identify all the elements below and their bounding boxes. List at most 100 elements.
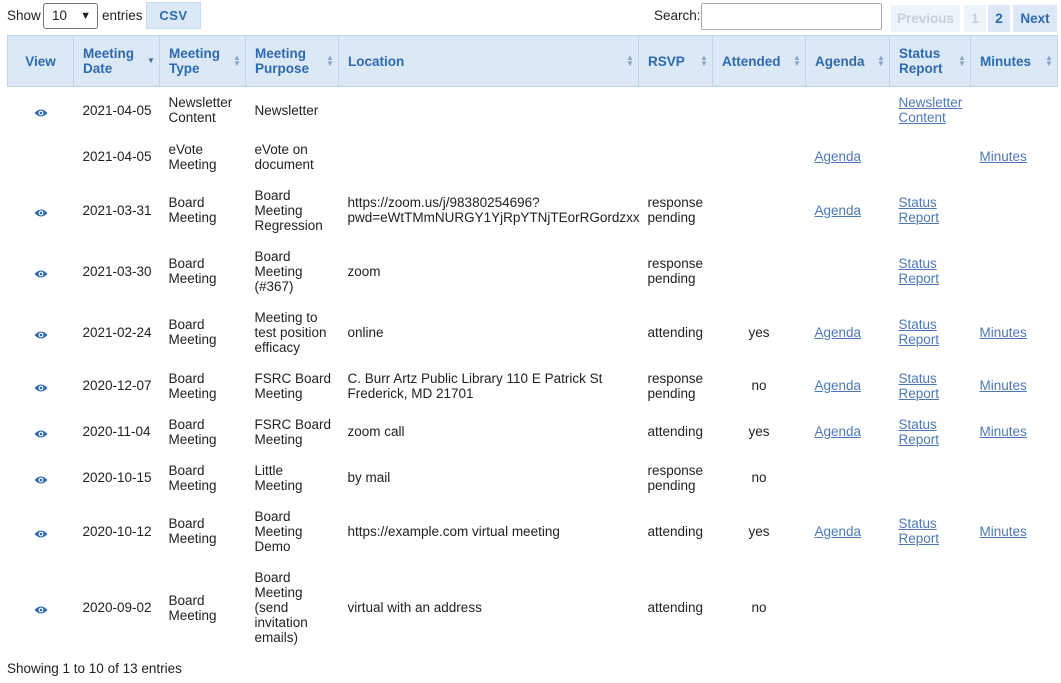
- minutes-link[interactable]: Minutes: [980, 524, 1027, 539]
- eye-icon[interactable]: [34, 106, 48, 117]
- pagination-next-button[interactable]: Next: [1013, 5, 1057, 32]
- meeting-type: Board: [168, 592, 205, 608]
- eye-icon[interactable]: [34, 527, 48, 538]
- rsvp-cell: attending: [639, 501, 713, 562]
- status-report-link-text: Status: [898, 195, 937, 210]
- minutes-link[interactable]: Minutes: [980, 325, 1027, 340]
- sort-arrows-icon: ▲ ▼: [793, 53, 801, 68]
- agenda-link[interactable]: Agenda: [815, 325, 862, 340]
- column-header-minutes[interactable]: Minutes ▲ ▼: [970, 35, 1058, 87]
- status-report-link[interactable]: Status Report: [899, 516, 940, 546]
- meeting-type-cell: Board Meeting: [160, 562, 246, 654]
- csv-export-button[interactable]: CSV: [146, 2, 201, 29]
- meeting-type: Meeting: [168, 210, 217, 225]
- pagination-page-1[interactable]: 1: [964, 5, 986, 32]
- location-cell: by mail: [339, 455, 639, 501]
- column-header-meeting-date[interactable]: Meeting Date ▼: [73, 35, 160, 87]
- meeting-purpose: Board: [254, 248, 291, 264]
- status-report-link[interactable]: Status Report: [899, 256, 940, 286]
- attended-text: no: [751, 470, 767, 485]
- eye-icon[interactable]: [34, 206, 48, 217]
- meeting-date-cell: 2021-02-24: [74, 302, 160, 363]
- sort-desc-icon: ▼: [147, 56, 155, 65]
- column-header-label: Meeting: [255, 46, 307, 61]
- meeting-date-cell: 2021-03-31: [74, 180, 160, 241]
- status-report-link[interactable]: Status Report: [899, 195, 940, 225]
- eye-icon[interactable]: [34, 328, 48, 339]
- search-input[interactable]: [701, 3, 882, 30]
- column-header-location[interactable]: Location ▲ ▼: [338, 35, 639, 87]
- status-report-link-text: Report: [898, 531, 940, 546]
- pagination-page-2[interactable]: 2: [988, 5, 1010, 32]
- view-cell: [8, 180, 74, 241]
- meeting-purpose-cell: Board Meeting Demo: [246, 501, 339, 562]
- column-header-label: View: [25, 53, 56, 69]
- search-label: Search:: [654, 8, 701, 23]
- eye-icon[interactable]: [34, 603, 48, 614]
- meeting-purpose: Meeting to: [254, 309, 318, 325]
- status-report-link-text: Newsletter: [898, 95, 963, 111]
- table-controls: Show 10 ▼ entries CSV Search: Previous 1…: [0, 0, 1061, 34]
- attended-cell: [713, 134, 806, 180]
- meeting-type: Board: [168, 317, 205, 332]
- status-report-link[interactable]: Status Report: [899, 371, 940, 401]
- agenda-link[interactable]: Agenda: [815, 203, 862, 218]
- location-text: C. Burr Artz Public Library 110 E Patric…: [347, 370, 603, 386]
- rsvp-text: response: [647, 256, 704, 271]
- minutes-link[interactable]: Minutes: [980, 149, 1027, 164]
- agenda-link[interactable]: Agenda: [815, 378, 862, 393]
- meetings-table: View Meeting Date ▼ Meeting Type ▲ ▼ Meet…: [7, 35, 1058, 654]
- attended-cell: no: [713, 455, 806, 501]
- location-cell: zoom: [339, 241, 639, 302]
- meeting-purpose: efficacy: [254, 339, 301, 355]
- meeting-date: 2021-04-05: [82, 102, 152, 118]
- column-header-meeting-type[interactable]: Meeting Type ▲ ▼: [159, 35, 246, 87]
- minutes-link[interactable]: Minutes: [980, 378, 1027, 393]
- table-row: 2020-11-04 Board Meeting FSRC Board Meeting z…: [8, 409, 1058, 455]
- meeting-type: Board: [168, 462, 205, 478]
- location-cell: C. Burr Artz Public Library 110 E Patric…: [339, 363, 639, 409]
- agenda-link[interactable]: Agenda: [815, 524, 862, 539]
- eye-icon[interactable]: [34, 267, 48, 278]
- column-header-status-report[interactable]: Status Report ▲ ▼: [889, 35, 971, 87]
- meeting-type: Board: [168, 195, 205, 210]
- location-text: virtual with an address: [347, 600, 482, 615]
- column-header-attended[interactable]: Attended ▲ ▼: [712, 35, 806, 87]
- minutes-cell: [971, 455, 1058, 501]
- meeting-date: 2021-04-05: [82, 149, 152, 164]
- view-cell: [8, 409, 74, 455]
- minutes-link[interactable]: Minutes: [980, 424, 1027, 439]
- column-header-agenda[interactable]: Agenda ▲ ▼: [805, 35, 890, 87]
- meeting-purpose-cell: Board Meeting (#367): [246, 241, 339, 302]
- status-report-link[interactable]: Status Report: [899, 317, 940, 347]
- status-report-cell: Status Report: [890, 241, 971, 302]
- status-report-link[interactable]: Newsletter Content: [899, 95, 963, 125]
- pagination-previous-button[interactable]: Previous: [891, 5, 960, 32]
- status-report-link-text: Report: [898, 332, 940, 347]
- status-report-link[interactable]: Status Report: [899, 417, 940, 447]
- agenda-link[interactable]: Agenda: [815, 149, 862, 164]
- status-report-cell: Status Report: [890, 180, 971, 241]
- meeting-date: 2020-10-12: [82, 523, 152, 539]
- attended-text: yes: [748, 324, 770, 340]
- status-report-cell: Newsletter Content: [890, 87, 971, 134]
- meeting-date-cell: 2021-03-30: [74, 241, 160, 302]
- status-report-link-text: Report: [898, 431, 940, 447]
- column-header-label: Minutes: [980, 53, 1032, 69]
- meeting-purpose: emails): [254, 630, 299, 645]
- eye-icon[interactable]: [34, 427, 48, 438]
- column-header-label: Status: [899, 46, 941, 61]
- status-report-cell: Status Report: [890, 501, 971, 562]
- status-report-cell: [890, 455, 971, 501]
- column-header-meeting-purpose[interactable]: Meeting Purpose ▲ ▼: [245, 35, 339, 87]
- eye-icon[interactable]: [34, 381, 48, 392]
- table-row: 2020-12-07 Board Meeting FSRC Board Meeting C…: [8, 363, 1058, 409]
- sort-arrows-icon: ▲ ▼: [877, 53, 885, 68]
- eye-icon[interactable]: [34, 473, 48, 484]
- agenda-link[interactable]: Agenda: [815, 424, 862, 439]
- column-header-rsvp[interactable]: RSVP ▲ ▼: [638, 35, 713, 87]
- meeting-type: Meeting: [168, 271, 217, 286]
- page-length-select[interactable]: 10 ▼: [43, 3, 98, 29]
- meeting-purpose-cell: Newsletter: [246, 87, 339, 134]
- agenda-cell: [806, 241, 890, 302]
